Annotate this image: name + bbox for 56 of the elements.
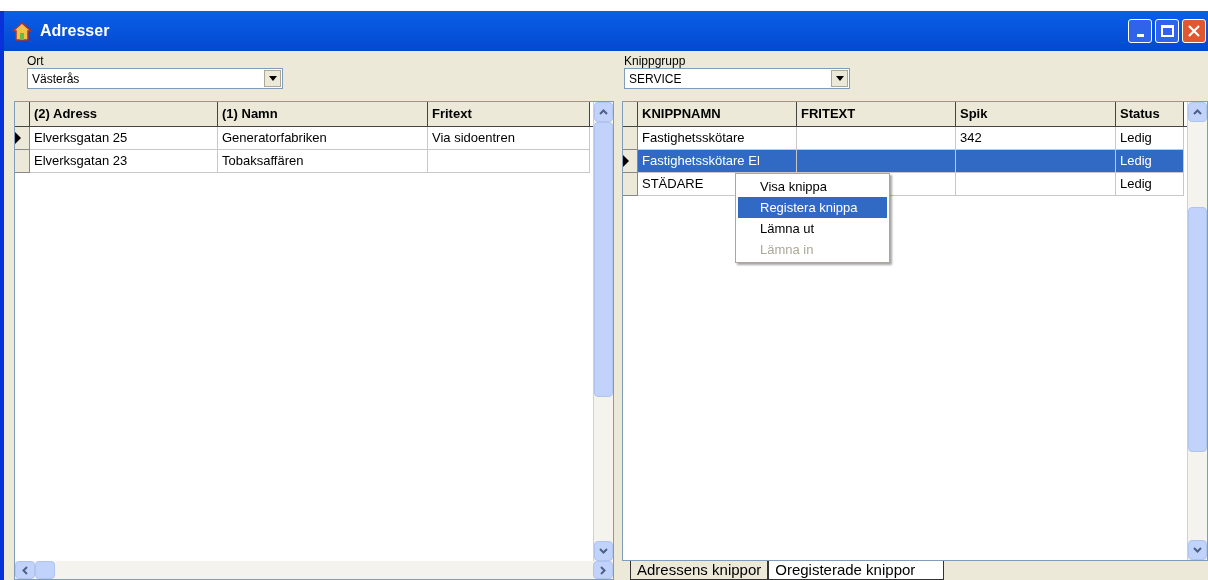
scroll-down-button[interactable] (594, 541, 613, 561)
chevron-down-icon (1193, 547, 1202, 553)
horizontal-scrollbar[interactable] (15, 561, 613, 579)
scroll-left-button[interactable] (15, 561, 35, 579)
chevron-up-icon (1193, 109, 1202, 115)
scroll-up-button[interactable] (594, 102, 613, 122)
house-icon (12, 21, 32, 41)
scroll-thumb[interactable] (594, 122, 613, 397)
scroll-down-button[interactable] (1188, 540, 1207, 560)
tab[interactable]: Oregisterade knippor (768, 561, 945, 580)
column-header[interactable]: Fritext (428, 102, 590, 126)
close-button[interactable] (1182, 19, 1206, 43)
chevron-right-icon (600, 565, 606, 575)
row-header[interactable] (623, 150, 638, 173)
close-icon (1188, 25, 1200, 37)
window-title: Adresser (40, 21, 111, 41)
column-header[interactable]: (1) Namn (218, 102, 428, 126)
dropdown-field[interactable]: SERVICE (624, 68, 850, 89)
column-header[interactable]: (2) Adress (30, 102, 218, 126)
field-label: Knippgrupp (624, 54, 687, 68)
scroll-thumb[interactable] (35, 561, 55, 579)
column-header[interactable]: FRITEXT (797, 102, 956, 126)
scroll-thumb[interactable] (1188, 207, 1207, 452)
current-row-icon (15, 132, 21, 144)
dropdown-field[interactable]: Västerås (27, 68, 283, 89)
minimize-button[interactable] (1128, 19, 1152, 43)
scroll-up-button[interactable] (1188, 102, 1207, 122)
table-cell: Fastighetsskötare (638, 127, 797, 150)
table-cell: Generatorfabriken (218, 127, 428, 150)
chevron-up-icon (599, 109, 608, 115)
table-cell: Ledig (1116, 150, 1184, 173)
column-header[interactable]: KNIPPNAMN (638, 102, 797, 126)
tab[interactable]: Adressens knippor (630, 561, 769, 580)
vertical-scrollbar[interactable] (1187, 102, 1207, 560)
scroll-right-button[interactable] (593, 561, 613, 579)
table-cell: 342 (956, 127, 1116, 150)
chevron-down-icon (599, 548, 608, 554)
menu-item[interactable]: Registera knippa (738, 197, 887, 218)
row-header[interactable] (15, 127, 30, 150)
table-cell: Fastighetsskötare El (638, 150, 797, 173)
column-header[interactable]: Spik (956, 102, 1116, 126)
dropdown-value: Västerås (31, 70, 81, 88)
table-cell: Via sidoentren (428, 127, 590, 150)
field-label: Ort (27, 54, 45, 68)
table-cell: Elverksgatan 25 (30, 127, 218, 150)
column-header[interactable]: Status (1116, 102, 1184, 126)
table-cell: Ledig (1116, 173, 1184, 196)
dropdown-value: SERVICE (628, 70, 683, 88)
menu-item[interactable]: Lämna ut (738, 218, 887, 239)
table-cell: Tobaksaffären (218, 150, 428, 173)
vertical-scrollbar[interactable] (593, 102, 613, 561)
current-row-icon (623, 155, 629, 167)
table-cell: Elverksgatan 23 (30, 150, 218, 173)
table-cell: Ledig (1116, 127, 1184, 150)
chevron-left-icon (22, 565, 28, 575)
maximize-button[interactable] (1155, 19, 1179, 43)
